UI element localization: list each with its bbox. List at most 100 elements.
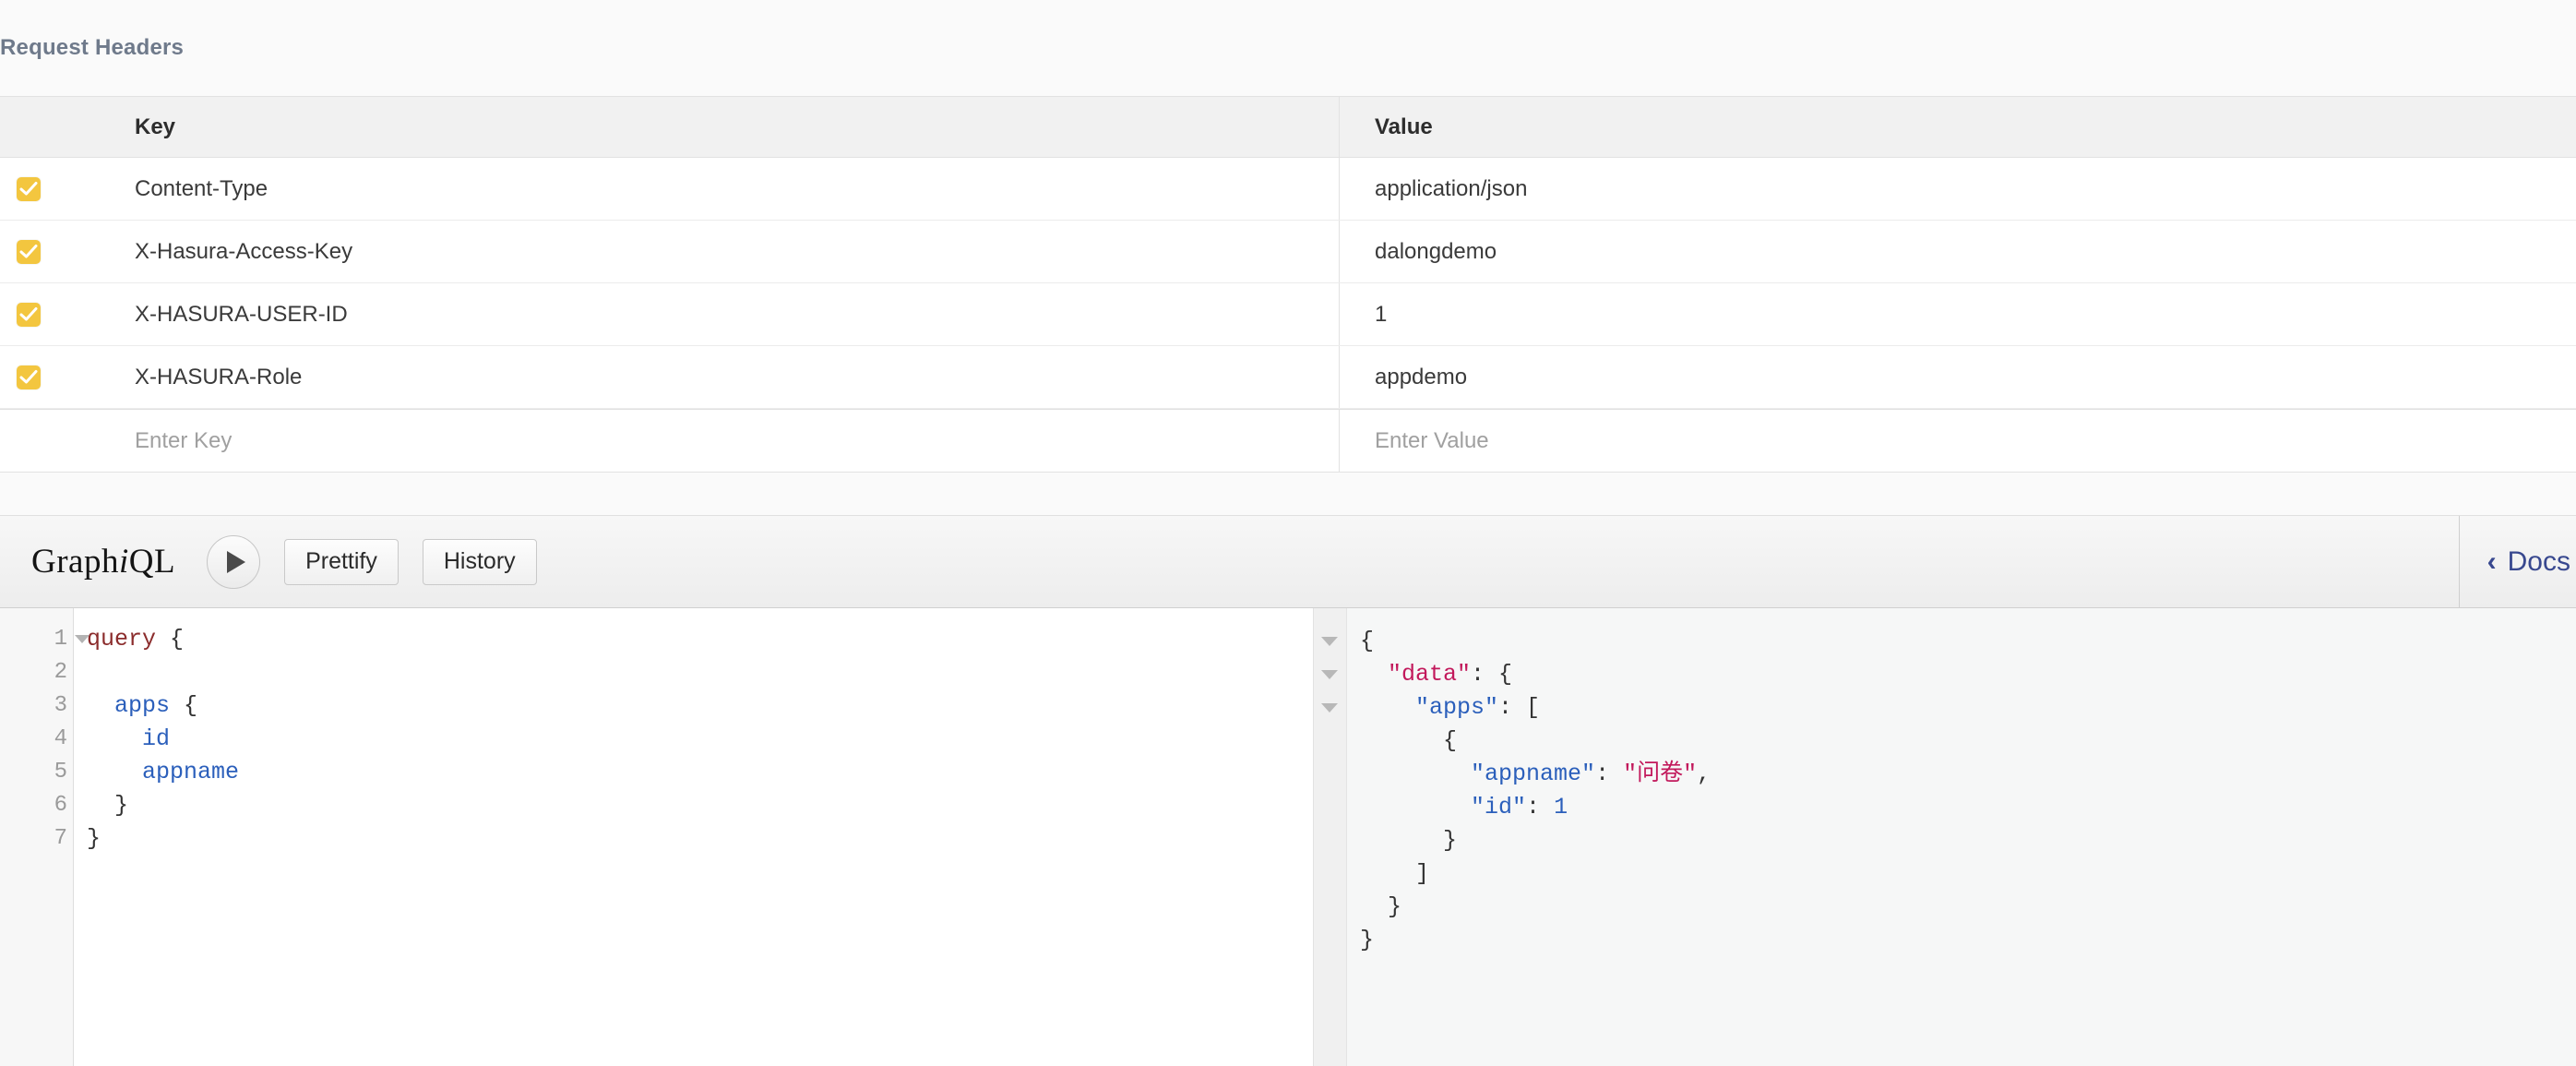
column-header-value: Value [1375,114,1433,139]
line-number: 6 [54,793,67,818]
row-checkbox-cell [0,176,74,201]
line-number: 7 [54,826,67,851]
query-code-line: } [87,789,1313,822]
editor-panes: 1 2 3 4 5 6 7 query { apps { id appname }} { "… [0,608,2576,1066]
result-fold-gutter[interactable] [1314,608,1347,1066]
code-token: , [1697,761,1711,787]
code-token: "appname" [1471,761,1596,787]
table-row[interactable]: Content-Type application/json [0,158,2576,221]
logo-suffix: QL [128,543,176,581]
line-number: 5 [54,760,67,785]
query-code-line [87,656,1313,689]
line-number: 4 [54,726,67,751]
request-headers-table: Key Value Content-Type application/json X-… [0,96,2576,473]
new-header-value-input[interactable]: Enter Value [1340,410,2576,472]
play-icon [226,550,245,573]
result-code-line: } [1360,824,2576,857]
header-key-cell[interactable]: X-Hasura-Access-Key [74,221,1340,282]
code-token: "问卷" [1623,761,1698,787]
new-header-row[interactable]: Enter Key Enter Value [0,409,2576,472]
code-token: } [87,825,101,852]
header-value-cell[interactable]: application/json [1340,158,2576,220]
code-token: "apps" [1415,694,1499,721]
code-token: apps [114,692,171,719]
table-row[interactable]: X-Hasura-Access-Key dalongdemo [0,221,2576,283]
history-button[interactable]: History [422,538,537,585]
query-editor-code[interactable]: query { apps { id appname }} [74,608,1313,1066]
query-code-line: id [87,723,1313,756]
code-token: query [87,626,157,653]
header-key-cell[interactable]: Content-Type [74,158,1340,220]
fold-triangle-icon[interactable] [75,635,89,643]
result-code-line: "data": { [1360,658,2576,691]
result-code-line: { [1360,725,2576,758]
fold-triangle-icon[interactable] [1314,625,1346,658]
checkbox-checked-icon[interactable] [17,176,41,201]
result-code-line: "id": 1 [1360,791,2576,824]
code-token: } [87,792,129,819]
graphiql-panel: GraphiQL Prettify History ‹ Docs 1 2 3 4 5 6 7… [0,515,2576,1066]
checkbox-checked-icon[interactable] [17,365,41,389]
table-row[interactable]: X-HASURA-Role appdemo [0,346,2576,409]
code-token: : [ [1498,694,1541,721]
code-token: } [1360,927,1375,953]
header-value-cell[interactable]: appdemo [1340,346,2576,408]
fold-triangle-icon[interactable] [1314,691,1346,725]
checkbox-checked-icon[interactable] [17,239,41,264]
result-code-line: } [1360,891,2576,924]
code-token: } [1360,827,1458,854]
result-code-line: ] [1360,857,2576,891]
query-code-line: apps { [87,689,1313,723]
fold-triangle-glyph [1321,670,1338,679]
prettify-button[interactable]: Prettify [284,538,399,585]
query-code-line: query { [87,623,1313,656]
code-token: : [1595,761,1624,787]
page-title: Request Headers [0,35,185,60]
code-token: { [1360,727,1458,754]
graphiql-logo: GraphiQL [31,542,175,581]
table-header-row: Key Value [0,97,2576,158]
query-line-number-gutter[interactable]: 1 2 3 4 5 6 7 [0,608,89,1066]
new-header-key-input[interactable]: Enter Key [74,410,1340,472]
result-pane[interactable]: { "data": { "apps": [ { "appname": "问卷",… [1347,608,2576,1066]
column-header-key: Key [74,97,1340,157]
logo-italic-i: i [118,543,129,581]
result-code-line: "appname": "问卷", [1360,758,2576,791]
code-token: : { [1471,661,1513,688]
logo-prefix: Graph [31,543,119,581]
line-number: 2 [54,660,67,685]
result-code-line: "apps": [ [1360,691,2576,725]
code-token: } [1360,893,1402,920]
fold-triangle-glyph [1321,703,1338,713]
code-token: ] [1360,860,1430,887]
header-key-cell[interactable]: X-HASURA-USER-ID [74,283,1340,345]
query-editor-pane[interactable]: 1 2 3 4 5 6 7 query { apps { id appname }} [0,608,1314,1066]
header-key-cell[interactable]: X-HASURA-Role [74,346,1340,408]
table-row[interactable]: X-HASURA-USER-ID 1 [0,283,2576,346]
code-token: { [170,692,198,719]
checkbox-checked-icon[interactable] [17,302,41,327]
header-value-cell[interactable]: 1 [1340,283,2576,345]
result-code-line: { [1360,625,2576,658]
row-checkbox-cell [0,302,74,327]
result-json-code: { "data": { "apps": [ { "appname": "问卷",… [1347,608,2576,1066]
execute-query-button[interactable] [207,534,261,589]
header-value-cell[interactable]: dalongdemo [1340,221,2576,282]
code-token: appname [142,759,240,785]
code-token: : [1526,794,1555,820]
chevron-left-icon: ‹ [2487,545,2497,577]
row-checkbox-cell [0,239,74,264]
fold-triangle-icon[interactable] [1314,658,1346,691]
code-token: { [156,626,185,653]
query-code-line: appname [87,756,1313,789]
fold-triangle-glyph [1321,637,1338,646]
query-code-line: } [87,822,1313,856]
docs-label: Docs [2507,545,2570,577]
docs-button[interactable]: ‹ Docs [2458,516,2576,607]
result-code-line: } [1360,924,2576,957]
